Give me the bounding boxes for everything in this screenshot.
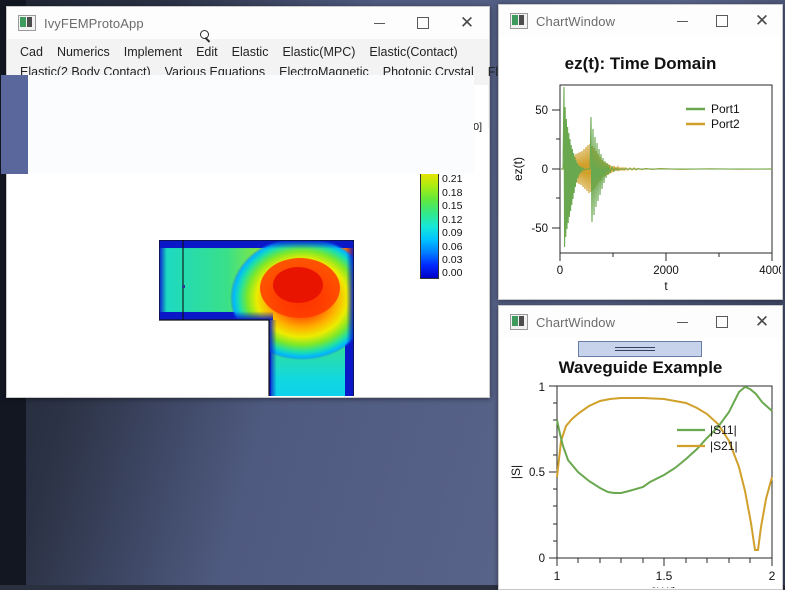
chart1-plot-title: ez(t): Time Domain xyxy=(564,54,717,73)
minimize-button[interactable] xyxy=(357,7,401,39)
waveguide-plot: 1 0.5 0 |S| 1 1.5 2 2W/λ xyxy=(509,382,776,588)
maximize-button[interactable] xyxy=(702,5,742,37)
colorbar-tick: 0.18 xyxy=(442,186,463,199)
close-button[interactable]: ✕ xyxy=(445,7,489,39)
chart2-app-icon xyxy=(510,314,528,330)
chart1-xtick: 2000 xyxy=(653,265,679,277)
locals-gutter xyxy=(1,75,28,174)
chart-window-time-domain: ChartWindow ✕ ez(t): Time Domain 50 0 -5… xyxy=(498,4,783,300)
chart2-window-controls: ✕ xyxy=(662,306,782,338)
chart2-ytick: 1 xyxy=(539,382,545,394)
chart1-window-controls: ✕ xyxy=(662,5,782,37)
cursor-marker xyxy=(182,285,185,288)
app-icon xyxy=(18,15,36,31)
chart2-xlabel: 2W/λ xyxy=(650,585,677,588)
chart2-titlebar: ChartWindow ✕ xyxy=(499,306,782,338)
legend-label-s11: |S11| xyxy=(710,423,737,437)
chart2-xtick: 1 xyxy=(554,569,561,583)
minimize-button[interactable] xyxy=(662,5,702,37)
locals-rows-area[interactable] xyxy=(1,75,474,174)
colorbar-tick: 0.21 xyxy=(442,173,463,186)
menu-item-elastic-contact[interactable]: Elastic(Contact) xyxy=(362,44,464,60)
app-window: IvyFEMProtoApp ✕ Cad Numerics Implement … xyxy=(6,6,515,398)
chart1-ytick: 50 xyxy=(535,105,548,117)
chart2-ytick: 0.5 xyxy=(529,467,545,479)
chart1-body: ez(t): Time Domain 50 0 -50 ez(t) 0 2000… xyxy=(500,37,781,298)
chart1-ytick: -50 xyxy=(531,223,548,235)
maximize-button[interactable] xyxy=(702,306,742,338)
colorbar-tick: 0.09 xyxy=(442,227,463,240)
minimize-button[interactable] xyxy=(662,306,702,338)
chart2-xtick: 1.5 xyxy=(656,569,673,583)
chart2-ytick: 0 xyxy=(539,553,545,565)
time-domain-plot: 50 0 -50 ez(t) 0 2000 4000 t Port1 xyxy=(511,84,781,293)
menu-item-elastic[interactable]: Elastic xyxy=(225,44,276,60)
waveguide-field-plot xyxy=(159,240,354,396)
chart2-ylabel: |S| xyxy=(509,465,523,479)
menu-item-elastic-mpc[interactable]: Elastic(MPC) xyxy=(275,44,362,60)
close-button[interactable]: ✕ xyxy=(742,306,782,338)
colorbar-tick: 0.00 xyxy=(442,267,463,280)
menu-item-edit[interactable]: Edit xyxy=(189,44,225,60)
search-icon[interactable] xyxy=(200,29,213,43)
chart1-ylabel: ez(t) xyxy=(511,157,525,181)
chart1-ytick: 0 xyxy=(542,164,548,176)
chart2-xtick: 2 xyxy=(769,569,776,583)
chart1-titlebar: ChartWindow ✕ xyxy=(499,5,782,37)
menu-item-cad[interactable]: Cad xyxy=(13,44,50,60)
colorbar-tick: 0.15 xyxy=(442,200,463,213)
chart1-xtick: 0 xyxy=(557,265,563,277)
menu-item-implement[interactable]: Implement xyxy=(117,44,189,60)
legend-drag-handle[interactable] xyxy=(578,341,702,357)
chart2-title: ChartWindow xyxy=(536,314,616,330)
maximize-button[interactable] xyxy=(401,7,445,39)
menu-item-numerics[interactable]: Numerics xyxy=(50,44,117,60)
legend-label-s21: |S21| xyxy=(710,439,738,453)
chart1-title: ChartWindow xyxy=(536,13,616,29)
colorbar-tick: 0.03 xyxy=(442,253,463,266)
app-titlebar: IvyFEMProtoApp ✕ xyxy=(7,7,489,39)
chart2-plot-title: Waveguide Example xyxy=(558,358,723,377)
legend-label-port1: Port1 xyxy=(711,102,740,116)
app-window-controls: ✕ xyxy=(357,7,489,39)
legend-label-port2: Port2 xyxy=(711,117,740,131)
chart-window-waveguide: ChartWindow ✕ Waveguide Example 1 0.5 0 … xyxy=(498,305,783,590)
chart2-body: Waveguide Example 1 0.5 0 |S| 1 1.5 2 |S… xyxy=(500,338,781,588)
colorbar-tick: 0.06 xyxy=(442,240,463,253)
colorbar-tick: 0.12 xyxy=(442,213,463,226)
app-title: IvyFEMProtoApp xyxy=(44,15,144,31)
menu-row: Cad Numerics Implement Edit Elastic Elas… xyxy=(7,42,489,62)
chart1-app-icon xyxy=(510,13,528,29)
chart1-xtick: 4000 xyxy=(759,265,781,277)
close-button[interactable]: ✕ xyxy=(742,5,782,37)
chart1-xlabel: t xyxy=(664,279,668,293)
